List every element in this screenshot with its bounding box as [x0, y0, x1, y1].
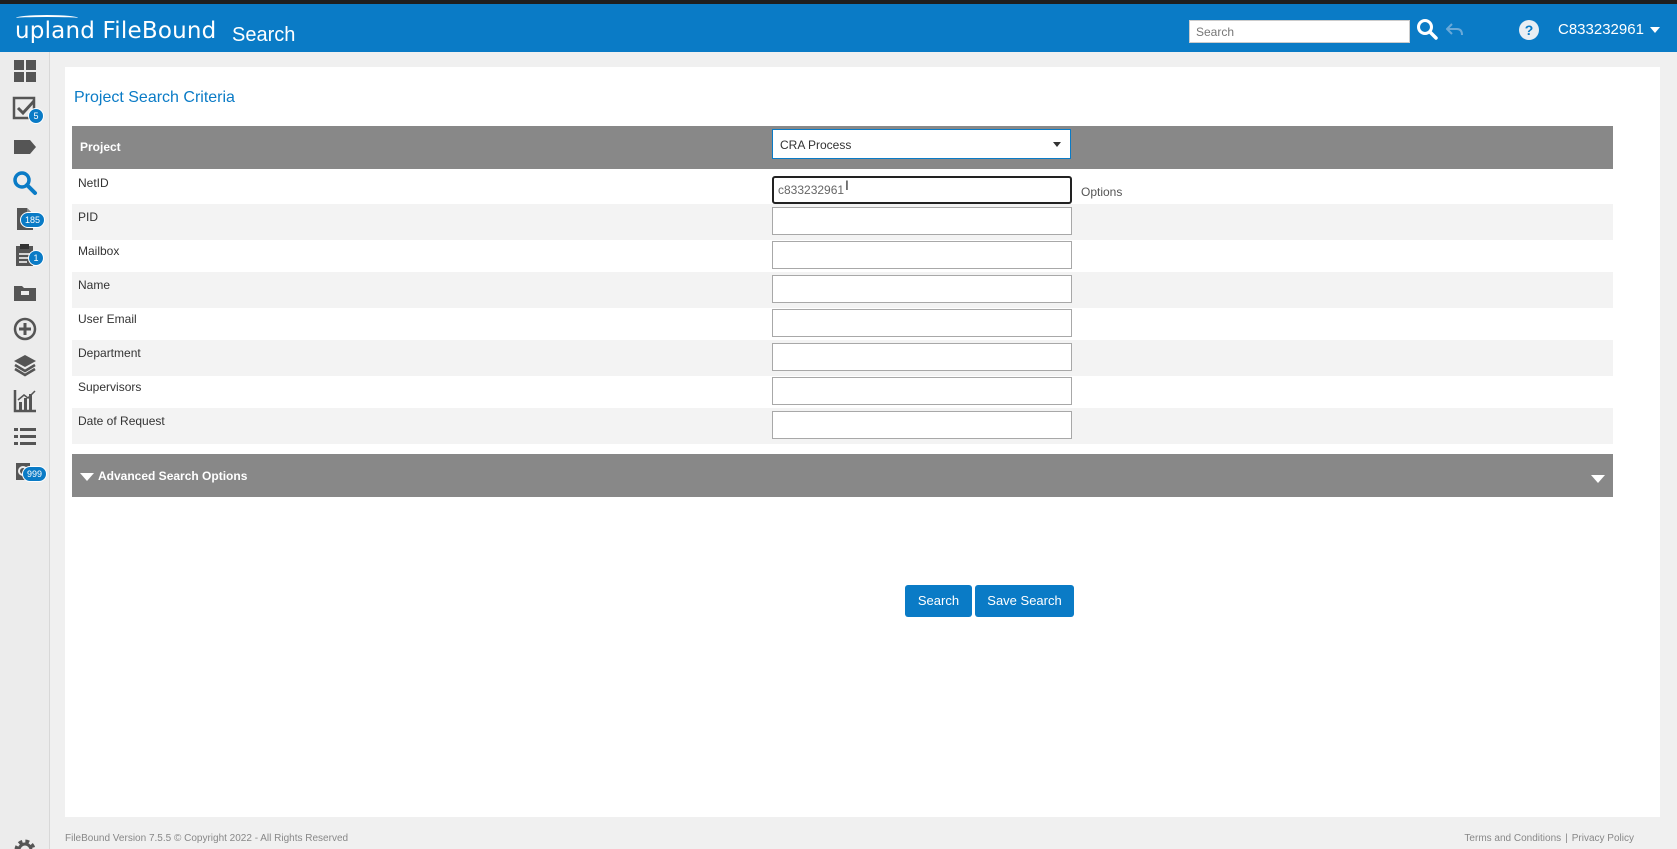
documents-badge: 185 — [20, 212, 46, 228]
global-search-input[interactable] — [1189, 20, 1410, 43]
tag-icon[interactable] — [12, 134, 38, 160]
top-bar: upland FileBound Search ? C833232961 — [0, 0, 1677, 52]
search-icon[interactable] — [12, 170, 38, 196]
advanced-search-toggle[interactable]: Advanced Search Options — [80, 469, 247, 483]
netid-input[interactable] — [772, 176, 1072, 204]
chevron-down-icon — [1053, 142, 1061, 147]
department-input[interactable] — [772, 343, 1072, 371]
chart-icon[interactable] — [12, 388, 38, 414]
pid-input[interactable] — [772, 207, 1072, 235]
field-label-user-email: User Email — [78, 312, 137, 326]
user-name: C833232961 — [1558, 21, 1644, 38]
workflow-badge: 999 — [22, 466, 48, 482]
field-row-supervisors: Supervisors — [72, 374, 1613, 410]
field-label-supervisors: Supervisors — [78, 380, 142, 394]
mailbox-input[interactable] — [772, 241, 1072, 269]
search-icon[interactable] — [1416, 18, 1438, 40]
user-menu[interactable]: C833232961 — [1558, 21, 1660, 38]
field-label-mailbox: Mailbox — [78, 244, 120, 258]
privacy-link[interactable]: Privacy Policy — [1572, 833, 1634, 844]
triangle-down-icon — [80, 472, 94, 481]
field-row-date-of-request: Date of Request — [72, 408, 1613, 444]
list-icon[interactable] — [12, 424, 38, 450]
svg-text:?: ? — [1525, 22, 1534, 38]
chevron-down-icon[interactable] — [1591, 475, 1605, 483]
options-link[interactable]: Options — [1081, 185, 1122, 199]
field-label-netid: NetID — [78, 176, 109, 190]
field-row-department: Department — [72, 340, 1613, 376]
footer-separator: | — [1565, 833, 1568, 844]
field-row-pid: PID — [72, 204, 1613, 240]
project-select-value: CRA Process — [780, 138, 852, 152]
advanced-search-bar[interactable]: Advanced Search Options — [72, 454, 1613, 497]
name-input[interactable] — [772, 275, 1072, 303]
dashboard-icon[interactable] — [12, 58, 38, 84]
search-button[interactable]: Search — [905, 585, 972, 617]
date-of-request-input[interactable] — [772, 411, 1072, 439]
field-row-mailbox: Mailbox — [72, 238, 1613, 274]
footer: FileBound Version 7.5.5 © Copyright 2022… — [50, 829, 1677, 849]
field-row-name: Name — [72, 272, 1613, 308]
field-label-department: Department — [78, 346, 141, 360]
save-search-button[interactable]: Save Search — [975, 585, 1074, 617]
project-select[interactable]: CRA Process — [772, 129, 1071, 159]
user-email-input[interactable] — [772, 309, 1072, 337]
field-label-pid: PID — [78, 210, 99, 224]
folder-icon[interactable] — [12, 280, 38, 306]
layers-icon[interactable] — [12, 352, 38, 378]
terms-link[interactable]: Terms and Conditions — [1464, 833, 1561, 844]
gear-icon[interactable] — [12, 837, 38, 849]
undo-icon[interactable] — [1446, 21, 1464, 39]
chevron-down-icon — [1649, 27, 1660, 34]
page-title: Project Search Criteria — [74, 89, 235, 106]
field-label-date-of-request: Date of Request — [78, 414, 165, 428]
project-bar: Project CRA Process — [72, 126, 1613, 169]
logo[interactable]: upland FileBound — [15, 18, 216, 44]
help-icon[interactable]: ? — [1518, 19, 1540, 41]
copyright-text: FileBound Version 7.5.5 © Copyright 2022… — [65, 833, 349, 844]
clipboard-badge: 1 — [28, 250, 44, 266]
field-row-netid: NetID I Options — [72, 170, 1613, 206]
footer-links: Terms and Conditions | Privacy Policy — [1464, 833, 1634, 844]
tasks-badge: 5 — [28, 108, 44, 124]
page-heading: Search — [232, 24, 296, 46]
advanced-search-label: Advanced Search Options — [98, 469, 248, 483]
field-row-user-email: User Email — [72, 306, 1613, 342]
add-circle-icon[interactable] — [12, 316, 38, 342]
search-panel: Project Search Criteria Project CRA Proc… — [65, 67, 1660, 817]
main-content: Project Search Criteria Project CRA Proc… — [50, 52, 1677, 849]
supervisors-input[interactable] — [772, 377, 1072, 405]
sidebar: 5 185 1 999 — [0, 52, 50, 849]
project-label: Project — [80, 140, 121, 154]
text-cursor-icon: I — [845, 177, 849, 193]
field-label-name: Name — [78, 278, 111, 292]
